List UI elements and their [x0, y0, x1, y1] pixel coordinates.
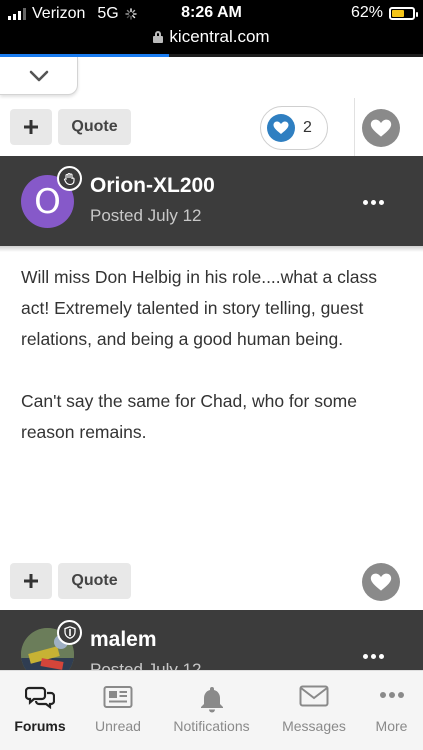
- forums-icon: [25, 686, 55, 709]
- heart-icon: [370, 573, 392, 591]
- multiquote-add-button[interactable]: [10, 563, 52, 599]
- nav-item-forums[interactable]: Forums: [0, 671, 80, 750]
- more-icon: [379, 692, 404, 698]
- collapse-toggle-button[interactable]: [0, 57, 78, 95]
- post-header: O Orion-XL200 Posted July 12: [0, 156, 423, 246]
- post-options-icon[interactable]: [363, 200, 384, 205]
- post-actions-bottom: Quote: [0, 560, 423, 608]
- nav-label: Notifications: [173, 718, 250, 734]
- nav-label: Messages: [282, 718, 346, 734]
- heart-icon: [370, 119, 392, 137]
- post-date: Posted July 12: [90, 206, 202, 225]
- bottom-nav: Forums Unread Notifications Messages Mor…: [0, 670, 423, 750]
- nav-item-more[interactable]: More: [360, 671, 423, 750]
- reaction-summary[interactable]: 2: [260, 106, 328, 150]
- shield-icon: [63, 626, 76, 639]
- divider: [0, 246, 423, 252]
- envelope-icon: [299, 685, 329, 707]
- post-paragraph: Will miss Don Helbig in his role....what…: [21, 267, 377, 349]
- nav-item-unread[interactable]: Unread: [80, 671, 156, 750]
- battery-icon: [389, 6, 418, 20]
- chevron-down-icon: [29, 70, 48, 81]
- post-actions-top: Quote 2: [0, 98, 423, 158]
- divider: [354, 98, 355, 158]
- reaction-count: 2: [303, 119, 312, 136]
- author-name[interactable]: malem: [90, 628, 157, 652]
- lock-icon: [153, 31, 164, 43]
- status-bar: Verizon 5G 8:26 AM 62%: [0, 0, 423, 26]
- plus-icon: [24, 120, 38, 134]
- hand-icon: [63, 172, 75, 185]
- like-heart-icon: [267, 114, 295, 142]
- author-name[interactable]: Orion-XL200: [90, 174, 215, 198]
- url-text[interactable]: kicentral.com: [169, 27, 269, 47]
- url-bar[interactable]: kicentral.com: [0, 26, 423, 54]
- post-paragraph: Can't say the same for Chad, who for som…: [21, 391, 357, 442]
- quote-button[interactable]: Quote: [58, 109, 131, 145]
- nav-item-notifications[interactable]: Notifications: [160, 671, 263, 750]
- bell-icon: [200, 687, 223, 713]
- react-heart-button[interactable]: [362, 109, 400, 147]
- battery-percent: 62%: [350, 4, 383, 21]
- react-heart-button[interactable]: [362, 563, 400, 601]
- nav-label: More: [375, 718, 408, 734]
- nav-label: Forums: [14, 718, 66, 734]
- plus-icon: [24, 574, 38, 588]
- screen: Verizon 5G 8:26 AM 62% kicentral.com Quo…: [0, 0, 423, 750]
- nav-item-messages[interactable]: Messages: [272, 671, 356, 750]
- quote-button[interactable]: Quote: [58, 563, 131, 599]
- rank-badge: [57, 620, 82, 645]
- unread-icon: [103, 686, 133, 708]
- nav-label: Unread: [95, 718, 141, 734]
- rank-badge: [57, 166, 82, 191]
- multiquote-add-button[interactable]: [10, 109, 52, 145]
- status-right: 62%: [350, 4, 418, 22]
- post-options-icon[interactable]: [363, 654, 384, 659]
- post-content: Will miss Don Helbig in his role....what…: [21, 262, 406, 479]
